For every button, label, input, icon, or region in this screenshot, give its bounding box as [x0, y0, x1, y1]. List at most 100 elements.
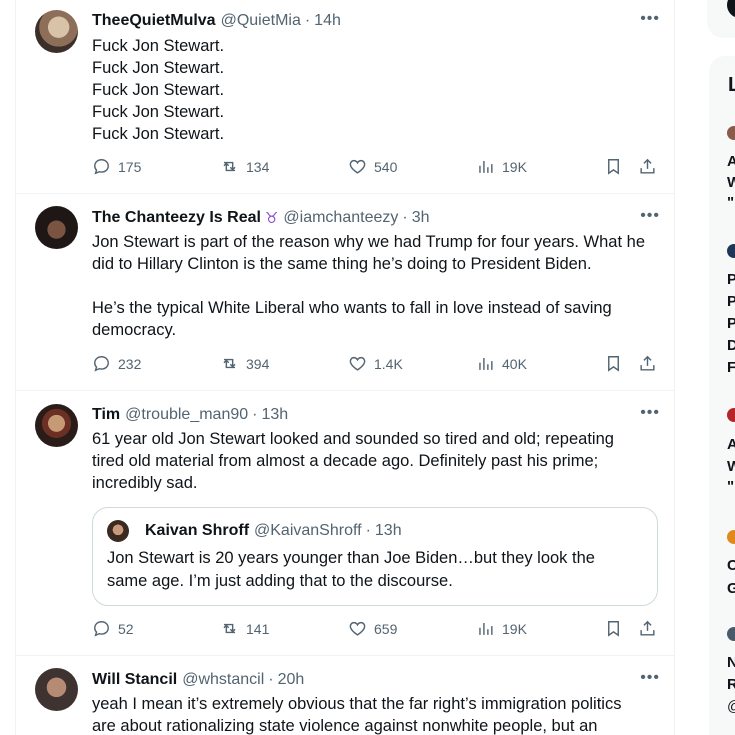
bookmark-button[interactable]: [604, 157, 623, 176]
reply-button[interactable]: 232: [92, 354, 141, 373]
sidebar-item-text[interactable]: D: [727, 336, 735, 356]
share-button[interactable]: [638, 157, 657, 176]
separator-dot: ·: [402, 209, 408, 226]
tweet-text-line: [92, 275, 662, 297]
sidebar-item-text[interactable]: N: [727, 653, 735, 673]
bookmark-button[interactable]: [604, 354, 623, 373]
views-icon: [479, 357, 493, 370]
like-button[interactable]: 540: [348, 157, 397, 176]
tweet-timestamp[interactable]: 20h: [278, 671, 305, 689]
sidebar-item-text[interactable]: W: [727, 457, 735, 477]
author-name[interactable]: The Chanteezy Is Real: [92, 209, 261, 227]
tweet-text-line: did to Hillary Clinton is the same thing…: [92, 255, 592, 273]
author-name[interactable]: Will Stancil: [92, 671, 177, 689]
views-icon: [479, 160, 493, 173]
sidebar-avatar[interactable]: [727, 530, 735, 544]
quoted-author-name[interactable]: Kaivan Shroff: [145, 522, 249, 540]
sidebar-item-text[interactable]: P: [727, 270, 735, 290]
tweet-header: TheeQuietMulva @QuietMia · 14h •••: [92, 10, 660, 32]
like-count: 1.4K: [374, 355, 403, 372]
tweet-timestamp[interactable]: 3h: [412, 209, 430, 227]
quoted-tweet[interactable]: Kaivan Shroff @KaivanShroff · 13h Jon St…: [92, 507, 658, 606]
like-button[interactable]: 1.4K: [348, 354, 403, 373]
author-handle[interactable]: @iamchanteezy: [283, 209, 398, 227]
avatar[interactable]: [35, 668, 78, 711]
views-button[interactable]: 19K: [476, 157, 527, 176]
author-handle[interactable]: @trouble_man90: [125, 406, 248, 424]
retweet-button[interactable]: 141: [220, 619, 269, 638]
tweet-text-line: Fuck Jon Stewart.: [92, 125, 225, 143]
sidebar-avatar[interactable]: [727, 408, 735, 422]
sidebar-avatar[interactable]: [727, 627, 735, 641]
retweet-icon: [223, 623, 236, 634]
tweet-actions: 175 134 540 19K: [92, 157, 664, 181]
tweet-timestamp[interactable]: 13h: [261, 406, 288, 424]
more-icon[interactable]: •••: [640, 207, 660, 225]
tweet-header: Tim @trouble_man90 · 13h •••: [92, 404, 660, 426]
retweet-count: 134: [246, 158, 270, 175]
tweet-text-line: same age. I’m just adding that to the di…: [107, 572, 453, 590]
more-icon[interactable]: •••: [640, 10, 660, 28]
separator-dot: ·: [252, 406, 258, 423]
share-button[interactable]: [638, 354, 657, 373]
tweet-text-line: He’s the typical White Liberal who wants…: [92, 299, 612, 317]
avatar[interactable]: [35, 206, 78, 249]
sidebar-avatar[interactable]: [727, 244, 735, 258]
share-icon: [640, 158, 655, 174]
sidebar-item-text[interactable]: F: [727, 358, 735, 378]
bookmark-button[interactable]: [604, 619, 623, 638]
retweet-button[interactable]: 394: [220, 354, 269, 373]
sidebar-item-text[interactable]: P: [727, 292, 735, 312]
sidebar-item-text[interactable]: ": [727, 477, 734, 497]
tweet-text-line: Fuck Jon Stewart.: [92, 37, 225, 55]
tweet-text-line: yeah I mean it’s extremely obvious that …: [92, 695, 622, 713]
sidebar-item-text[interactable]: A: [727, 152, 735, 172]
tweet[interactable]: Will Stancil @whstancil · 20h ••• yeah I…: [16, 656, 674, 735]
sidebar-item-text[interactable]: W: [727, 173, 735, 193]
sidebar-item-text[interactable]: @: [727, 697, 735, 717]
tweet-text-line: Jon Stewart is 20 years younger than Joe…: [107, 549, 595, 567]
more-icon[interactable]: •••: [640, 669, 660, 687]
more-icon[interactable]: •••: [640, 404, 660, 422]
reply-button[interactable]: 52: [92, 619, 134, 638]
tweet-text-line: tired old material from almost a decade …: [92, 452, 599, 470]
share-button[interactable]: [638, 619, 657, 638]
like-button[interactable]: 659: [348, 619, 397, 638]
reply-count: 175: [118, 158, 142, 175]
retweet-button[interactable]: 134: [220, 157, 269, 176]
views-button[interactable]: 19K: [476, 619, 527, 638]
views-button[interactable]: 40K: [476, 354, 527, 373]
quoted-avatar[interactable]: [107, 520, 129, 542]
avatar[interactable]: [35, 404, 78, 447]
tweet-text: Jon Stewart is part of the reason why we…: [92, 231, 662, 341]
quoted-author-handle[interactable]: @KaivanShroff: [254, 522, 362, 540]
sidebar-item-text[interactable]: ": [727, 193, 734, 213]
tweet-text-line: 61 year old Jon Stewart looked and sound…: [92, 430, 614, 448]
reply-icon: [94, 159, 109, 175]
sidebar-item-text[interactable]: R: [727, 675, 735, 695]
sidebar-item-text[interactable]: C: [727, 556, 735, 576]
author-handle[interactable]: @QuietMia: [221, 12, 301, 30]
search-box[interactable]: [707, 0, 735, 38]
tweet[interactable]: TheeQuietMulva @QuietMia · 14h ••• Fuck …: [16, 0, 674, 194]
tweet-header: Will Stancil @whstancil · 20h •••: [92, 669, 660, 691]
tweet-text-line: democracy.: [92, 321, 177, 339]
tweet-text: yeah I mean it’s extremely obvious that …: [92, 693, 662, 735]
author-name[interactable]: TheeQuietMulva: [92, 12, 216, 30]
tweet-text-line: Jon Stewart is part of the reason why we…: [92, 233, 646, 251]
avatar[interactable]: [35, 10, 78, 53]
views-count: 19K: [502, 158, 527, 175]
sidebar-avatar[interactable]: [727, 126, 735, 140]
quoted-timestamp[interactable]: 13h: [375, 522, 402, 540]
tweet-timestamp[interactable]: 14h: [314, 12, 341, 30]
tweet-header: The Chanteezy Is Real ♉ @iamchanteezy · …: [92, 207, 660, 229]
sidebar-item-text[interactable]: G: [727, 579, 735, 599]
sidebar-item-text[interactable]: P: [727, 314, 735, 334]
reply-button[interactable]: 175: [92, 157, 141, 176]
tweet[interactable]: The Chanteezy Is Real ♉ @iamchanteezy · …: [16, 194, 674, 391]
author-handle[interactable]: @whstancil: [182, 671, 264, 689]
author-name[interactable]: Tim: [92, 406, 120, 424]
search-icon: [727, 0, 735, 18]
tweet[interactable]: Tim @trouble_man90 · 13h ••• 61 year old…: [16, 391, 674, 656]
sidebar-item-text[interactable]: A: [727, 435, 735, 455]
